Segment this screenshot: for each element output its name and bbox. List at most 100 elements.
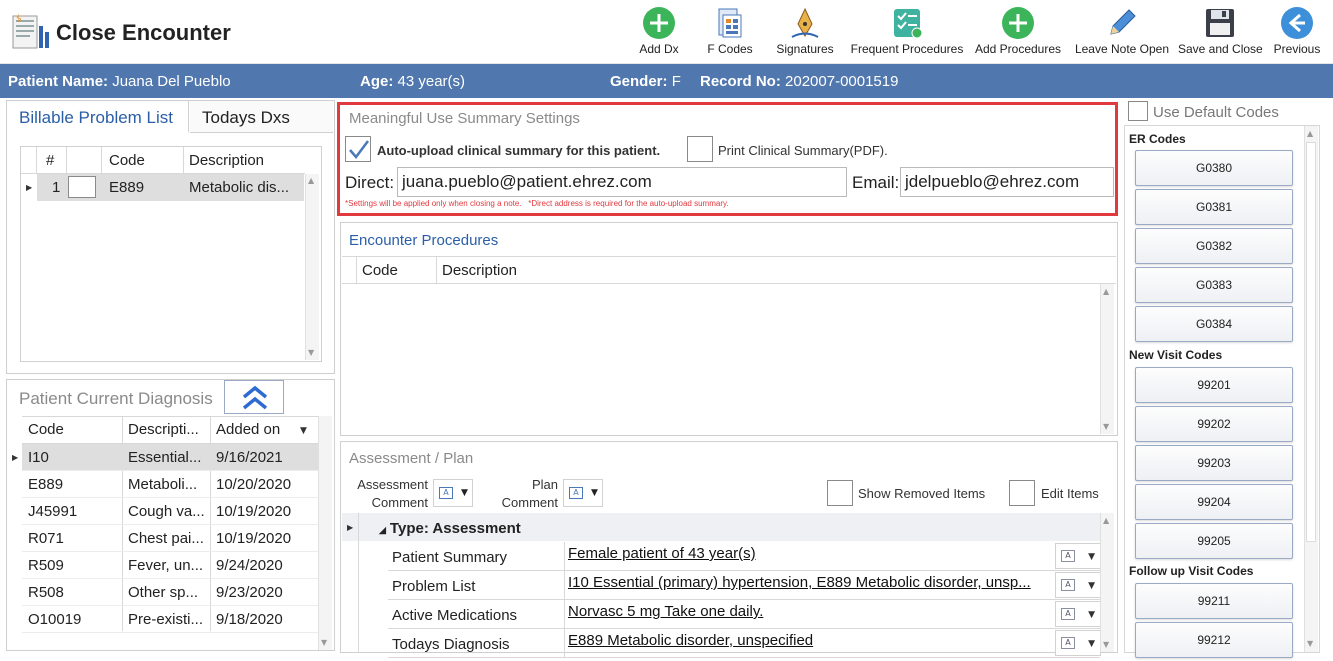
chevron-down-icon: ▼ (1088, 639, 1095, 649)
dx-row-date: 10/19/2020 (216, 530, 292, 547)
checkmark-icon (349, 140, 369, 159)
patient-age: 43 year(s) (397, 73, 466, 90)
row-checkbox[interactable] (68, 176, 96, 198)
back-arrow-icon (1281, 7, 1313, 39)
tab-billable-problem-list[interactable]: Billable Problem List (8, 101, 189, 133)
chevron-down-icon: ▼ (1088, 610, 1095, 620)
edit-items-checkbox[interactable] (1009, 480, 1035, 506)
tab-billable-label: Billable Problem List (19, 108, 174, 127)
dx-row-code: R071 (28, 530, 64, 547)
patient-record: 202007-0001519 (785, 73, 899, 90)
row-format-dropdown[interactable]: A ▼ (1055, 630, 1101, 656)
text-format-icon: A (1061, 637, 1075, 649)
code-button-G0380[interactable]: G0380 (1135, 150, 1293, 186)
plan-comment-dropdown[interactable]: A ▼ (563, 479, 603, 507)
chevron-down-icon: ▼ (591, 488, 598, 498)
patient-name: Juana Del Pueblo (112, 73, 231, 90)
auto-upload-checkbox[interactable] (345, 136, 371, 162)
assessment-row-value[interactable]: I10 Essential (primary) hypertension, E8… (568, 574, 1052, 591)
assessment-row-value[interactable]: Norvasc 5 mg Take one daily. (568, 603, 1052, 620)
tab-todays-dxs[interactable]: Todays Dxs (190, 101, 333, 133)
row-format-dropdown[interactable]: A ▼ (1055, 572, 1101, 598)
proc-col-code: Code (362, 262, 398, 279)
code-button-99205[interactable]: 99205 (1135, 523, 1293, 559)
previous-button[interactable]: Previous (1270, 6, 1324, 62)
save-and-close-button[interactable]: Save and Close (1178, 6, 1263, 62)
dx-row-code: I10 (28, 449, 49, 466)
code-button-G0382[interactable]: G0382 (1135, 228, 1293, 264)
billable-col-description: Description (189, 152, 265, 169)
assessment-row-label: Todays Diagnosis (392, 636, 510, 653)
assessment-group-text: Type: Assessment (389, 520, 521, 537)
code-button-99203[interactable]: 99203 (1135, 445, 1293, 481)
dx-scrollbar[interactable] (318, 416, 332, 650)
add-dx-button[interactable]: Add Dx (636, 6, 682, 62)
print-summary-checkbox[interactable] (687, 136, 713, 162)
procedures-scrollbar[interactable] (1100, 284, 1114, 434)
assessment-comment-dropdown[interactable]: A ▼ (433, 479, 473, 507)
plan-comment-label: Plan Comment (501, 477, 558, 510)
collapse-button[interactable] (224, 380, 284, 414)
billable-row-desc: Metabolic dis... (189, 179, 290, 196)
dx-row-desc: Chest pai... (128, 530, 204, 547)
dx-row-code: E889 (28, 476, 64, 493)
signatures-button[interactable]: Signatures (775, 6, 835, 62)
encounter-procedures-panel (340, 222, 1118, 436)
text-format-icon: A (1061, 608, 1075, 620)
code-button-99201[interactable]: 99201 (1135, 367, 1293, 403)
dx-row-desc: Other sp... (128, 584, 199, 601)
print-summary-label: Print Clinical Summary(PDF). (718, 143, 888, 158)
frequent-procedures-label: Frequent Procedures (850, 42, 964, 56)
er-codes-label: ER Codes (1129, 132, 1186, 146)
code-button-99202[interactable]: 99202 (1135, 406, 1293, 442)
show-removed-checkbox[interactable] (827, 480, 853, 506)
pencil-icon (1110, 9, 1136, 35)
tab-todays-dxs-label: Todays Dxs (202, 108, 290, 127)
show-removed-label: Show Removed Items (858, 486, 986, 501)
dx-row-desc: Metaboli... (128, 476, 198, 493)
leave-note-open-label: Leave Note Open (1074, 42, 1170, 56)
code-button-99212[interactable]: 99212 (1135, 622, 1293, 658)
chevron-down-icon: ▼ (1088, 581, 1095, 591)
assessment-row-value[interactable]: E889 Metabolic disorder, unspecified (568, 632, 1052, 649)
edit-items-label: Edit Items (1041, 486, 1099, 501)
leave-note-open-button[interactable]: Leave Note Open (1073, 6, 1171, 62)
row-format-dropdown[interactable]: A ▼ (1055, 601, 1101, 627)
save-and-close-label: Save and Close (1178, 42, 1263, 56)
dx-row-date: 9/16/2021 (216, 449, 283, 466)
assessment-row-label: Problem List (392, 578, 476, 595)
text-format-icon: A (1061, 550, 1075, 562)
add-procedures-button[interactable]: Add Procedures (973, 6, 1063, 62)
frequent-procedures-button[interactable]: Frequent Procedures (850, 6, 964, 62)
text-format-icon: A (1061, 579, 1075, 591)
billable-col-num: # (46, 152, 55, 169)
gender-label: Gender: (610, 73, 668, 90)
assessment-group-label: ◢ Type: Assessment (379, 520, 521, 537)
codes-scroll-thumb[interactable] (1306, 142, 1316, 542)
row-indicator-icon: ▶ (12, 453, 19, 462)
billable-scrollbar[interactable] (305, 174, 319, 360)
use-default-codes-checkbox[interactable] (1128, 101, 1148, 121)
follow-up-codes-label: Follow up Visit Codes (1129, 564, 1254, 578)
dx-row-code: J45991 (28, 503, 78, 520)
dx-row-code: R508 (28, 584, 64, 601)
email-label: Email: (852, 173, 900, 192)
dx-row-date: 10/20/2020 (216, 476, 292, 493)
row-format-dropdown[interactable]: A ▼ (1055, 543, 1101, 569)
code-button-G0384[interactable]: G0384 (1135, 306, 1293, 342)
assessment-scrollbar[interactable] (1100, 513, 1114, 652)
assessment-row-value[interactable]: Female patient of 43 year(s) (568, 545, 1052, 562)
f-codes-button[interactable]: F Codes (705, 6, 755, 62)
add-dx-label: Add Dx (639, 42, 679, 56)
dx-row-date: 9/18/2020 (216, 611, 283, 628)
billable-row-code: E889 (109, 179, 145, 196)
assessment-title: Assessment / Plan (349, 450, 474, 467)
add-procedures-label: Add Procedures (974, 42, 1062, 56)
email-field[interactable]: jdelpueblo@ehrez.com (900, 167, 1114, 197)
direct-address-field[interactable]: juana.pueblo@patient.ehrez.com (397, 167, 847, 197)
dx-row-desc: Essential... (128, 449, 202, 466)
code-button-G0381[interactable]: G0381 (1135, 189, 1293, 225)
code-button-99211[interactable]: 99211 (1135, 583, 1293, 619)
code-button-99204[interactable]: 99204 (1135, 484, 1293, 520)
code-button-G0383[interactable]: G0383 (1135, 267, 1293, 303)
